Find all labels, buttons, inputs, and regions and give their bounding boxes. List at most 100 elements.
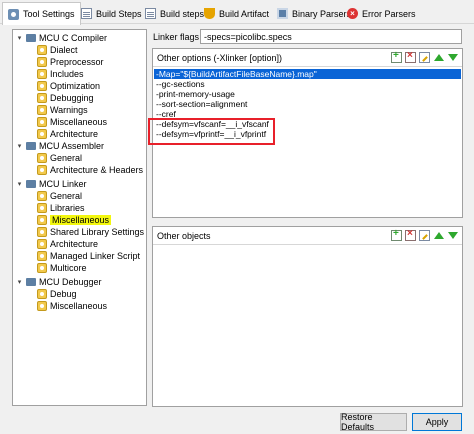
settings-page-icon [37, 93, 47, 103]
chevron-down-icon[interactable]: ▾ [16, 181, 23, 188]
add-icon[interactable] [391, 228, 402, 241]
other-objects-group: Other objects [152, 226, 463, 407]
tab-label: Error Parsers [362, 8, 416, 19]
settings-page-icon [37, 57, 47, 67]
list-item[interactable]: --defsym=vfprintf=__i_vfprintf [154, 129, 461, 139]
folder-icon [26, 34, 36, 42]
linker-flags-label: Linker flags [153, 32, 200, 42]
folder-icon [26, 278, 36, 286]
settings-page-icon [37, 301, 47, 311]
tree-label: Debug [50, 289, 77, 299]
apply-button[interactable]: Apply [412, 413, 462, 431]
settings-page-icon [37, 239, 47, 249]
tree-label: Architecture [50, 129, 99, 139]
tab-label: Build steps [160, 8, 205, 19]
other-objects-toolbar [391, 228, 458, 241]
tree-label: Dialect [50, 45, 78, 55]
chevron-down-icon[interactable]: ▾ [16, 143, 23, 150]
tree-item-includes[interactable]: Includes [37, 68, 84, 80]
tree-label: Miscellaneous [50, 301, 108, 311]
tree-item-architecture[interactable]: Architecture [37, 238, 98, 250]
tree-item-miscellaneous[interactable]: Miscellaneous [37, 116, 107, 128]
tree-item-libraries[interactable]: Libraries [37, 202, 85, 214]
tree-item-debug[interactable]: Debug [37, 288, 77, 300]
tree-item-general[interactable]: General [37, 152, 82, 164]
move-down-icon[interactable] [447, 230, 458, 241]
tree-item-debugging[interactable]: Debugging [37, 92, 94, 104]
tree-item-optimization[interactable]: Optimization [37, 80, 100, 92]
settings-page-icon [37, 117, 47, 127]
tab-label: Tool Settings [23, 9, 75, 19]
chevron-down-icon[interactable]: ▾ [16, 279, 23, 286]
tree-item-preprocessor[interactable]: Preprocessor [37, 56, 104, 68]
error-icon: × [347, 8, 358, 19]
other-options-header: Other options (-Xlinker [option]) [153, 49, 462, 67]
other-options-toolbar [391, 50, 458, 63]
tree-label: Optimization [50, 81, 101, 91]
tree-item-managed-linker-script[interactable]: Managed Linker Script [37, 250, 140, 262]
tab-tool-settings[interactable]: Tool Settings [2, 2, 81, 25]
tree-item-general[interactable]: General [37, 190, 82, 202]
tree-item-architecture-headers[interactable]: Architecture & Headers [37, 164, 143, 176]
list-item[interactable]: --sort-section=alignment [154, 99, 461, 109]
trophy-icon [204, 8, 215, 19]
settings-page-icon [37, 105, 47, 115]
delete-icon[interactable] [405, 228, 416, 241]
tree-label: Architecture & Headers [50, 165, 144, 175]
tree-label: Includes [50, 69, 84, 79]
other-objects-header: Other objects [153, 227, 462, 245]
add-icon[interactable] [391, 50, 402, 63]
restore-defaults-button[interactable]: Restore Defaults [340, 412, 407, 432]
tree-item-miscellaneous[interactable]: Miscellaneous [37, 300, 107, 312]
other-options-list[interactable]: -Map="${BuildArtifactFileBaseName}.map" … [154, 69, 461, 139]
tree-node-mcu-debugger[interactable]: ▾ MCU Debugger [16, 276, 102, 288]
move-up-icon[interactable] [433, 52, 444, 63]
settings-page-icon [37, 203, 47, 213]
settings-page-icon [37, 129, 47, 139]
delete-icon[interactable] [405, 50, 416, 63]
tab-label: Build Artifact [219, 8, 270, 19]
tree-node-mcu-c-compiler[interactable]: ▾ MCU C Compiler [16, 32, 107, 44]
list-item[interactable]: --gc-sections [154, 79, 461, 89]
tree-item-warnings[interactable]: Warnings [37, 104, 88, 116]
settings-page-icon [37, 227, 47, 237]
other-options-group: Other options (-Xlinker [option]) -Map="… [152, 48, 463, 218]
tab-label: Build Steps [96, 8, 142, 19]
settings-tree: ▾ MCU C Compiler Dialect Preprocessor In… [12, 29, 147, 406]
tree-label: MCU Linker [39, 179, 87, 189]
tree-item-dialect[interactable]: Dialect [37, 44, 78, 56]
edit-icon[interactable] [419, 52, 430, 63]
list-item[interactable]: -Map="${BuildArtifactFileBaseName}.map" [154, 69, 461, 79]
settings-icon [8, 8, 19, 20]
tab-bar: Tool Settings Build Steps Build steps Bu… [0, 0, 474, 25]
list-item[interactable]: --defsym=vfscanf=__i_vfscanf [154, 119, 461, 129]
tab-build-artifact[interactable]: Build Artifact [199, 3, 274, 24]
tree-label: MCU Debugger [39, 277, 102, 287]
tree-item-multicore[interactable]: Multicore [37, 262, 87, 274]
chevron-down-icon[interactable]: ▾ [16, 35, 23, 42]
tab-build-steps[interactable]: Build Steps [76, 3, 147, 24]
edit-icon[interactable] [419, 230, 430, 241]
tree-node-mcu-linker[interactable]: ▾ MCU Linker [16, 178, 87, 190]
move-down-icon[interactable] [447, 52, 458, 63]
settings-page-icon [37, 165, 47, 175]
tree-item-architecture[interactable]: Architecture [37, 128, 98, 140]
linker-flags-input[interactable]: -specs=picolibc.specs [200, 29, 462, 44]
folder-icon [26, 180, 36, 188]
tree-label: Preprocessor [50, 57, 104, 67]
settings-page-icon [37, 69, 47, 79]
tree-node-mcu-assembler[interactable]: ▾ MCU Assembler [16, 140, 104, 152]
page-icon [81, 8, 92, 19]
tree-item-shared-library-settings[interactable]: Shared Library Settings [37, 226, 144, 238]
settings-page-icon [37, 153, 47, 163]
tree-label: Managed Linker Script [50, 251, 141, 261]
move-up-icon[interactable] [433, 230, 444, 241]
settings-page-icon [37, 289, 47, 299]
list-item[interactable]: --cref [154, 109, 461, 119]
tree-label: Shared Library Settings [50, 227, 145, 237]
tree-item-miscellaneous-selected[interactable]: Miscellaneous [37, 214, 112, 226]
tab-error-parsers[interactable]: × Error Parsers [342, 3, 421, 24]
tree-label: General [50, 153, 83, 163]
settings-page-icon [37, 263, 47, 273]
list-item[interactable]: -print-memory-usage [154, 89, 461, 99]
